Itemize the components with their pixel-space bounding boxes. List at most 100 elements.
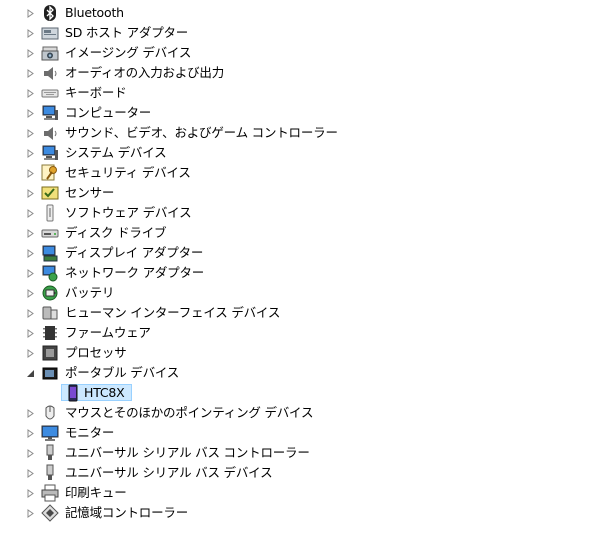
tree-category-item[interactable]: 印刷キュー — [0, 483, 600, 503]
imaging-device-icon — [41, 46, 59, 61]
tree-category-item[interactable]: ソフトウェア デバイス — [0, 203, 600, 223]
collapsed-arrow-icon[interactable] — [26, 69, 35, 78]
collapsed-arrow-icon[interactable] — [26, 229, 35, 238]
firmware-icon — [43, 326, 57, 340]
collapsed-arrow-icon[interactable] — [26, 109, 35, 118]
portable-device-icon — [42, 367, 58, 380]
collapsed-arrow-icon[interactable] — [26, 309, 35, 318]
tree-item-label: イメージング デバイス — [65, 45, 192, 60]
system-device-icon — [42, 145, 58, 160]
collapsed-arrow-icon[interactable] — [26, 89, 35, 98]
tree-category-item[interactable]: Bluetooth — [0, 3, 600, 23]
computer-icon — [42, 105, 58, 120]
mouse-icon — [45, 405, 55, 420]
tree-item-label: ソフトウェア デバイス — [65, 205, 192, 220]
tree-category-item[interactable]: マウスとそのほかのポインティング デバイス — [0, 403, 600, 423]
hid-icon — [42, 306, 58, 320]
tree-category-item[interactable]: オーディオの入力および出力 — [0, 63, 600, 83]
tree-item-label: SD ホスト アダプター — [65, 25, 189, 40]
tree-child-item[interactable]: HTC8X — [0, 383, 600, 403]
tree-category-item[interactable]: ネットワーク アダプター — [0, 263, 600, 283]
tree-item-label: ポータブル デバイス — [65, 365, 180, 380]
tree-category-item[interactable]: センサー — [0, 183, 600, 203]
sd-host-adapter-icon — [41, 27, 59, 40]
network-adapter-icon — [42, 265, 58, 282]
tree-item-label: セキュリティ デバイス — [65, 165, 191, 180]
collapsed-arrow-icon[interactable] — [26, 209, 35, 218]
battery-icon — [42, 285, 58, 301]
print-queue-icon — [41, 484, 59, 502]
tree-category-item[interactable]: ディスク ドライブ — [0, 223, 600, 243]
tree-item-label: ディスプレイ アダプター — [65, 245, 204, 260]
tree-item-label: バッテリ — [65, 285, 115, 300]
tree-item-label: ヒューマン インターフェイス デバイス — [65, 305, 281, 320]
tree-item-label: コンピューター — [65, 105, 152, 120]
usb-device-icon — [46, 464, 54, 480]
collapsed-arrow-icon[interactable] — [26, 509, 35, 518]
monitor-icon — [41, 425, 59, 441]
collapsed-arrow-icon[interactable] — [26, 469, 35, 478]
tree-category-item[interactable]: ディスプレイ アダプター — [0, 243, 600, 263]
collapsed-arrow-icon[interactable] — [26, 249, 35, 258]
tree-category-item[interactable]: モニター — [0, 423, 600, 443]
tree-category-item[interactable]: SD ホスト アダプター — [0, 23, 600, 43]
tree-item-label: システム デバイス — [65, 145, 167, 160]
tree-item-label: モニター — [65, 425, 115, 440]
tree-item-label: 記憶域コントローラー — [65, 505, 189, 520]
sound-video-game-icon — [44, 127, 57, 140]
software-device-icon — [46, 204, 54, 222]
tree-category-item[interactable]: ファームウェア — [0, 323, 600, 343]
tree-category-item[interactable]: バッテリ — [0, 283, 600, 303]
collapsed-arrow-icon[interactable] — [26, 29, 35, 38]
collapsed-arrow-icon[interactable] — [26, 149, 35, 158]
collapsed-arrow-icon[interactable] — [26, 349, 35, 358]
usb-controller-icon — [46, 444, 54, 460]
bluetooth-icon — [44, 5, 56, 21]
collapsed-arrow-icon[interactable] — [26, 269, 35, 278]
tree-category-item[interactable]: システム デバイス — [0, 143, 600, 163]
tree-category-item[interactable]: ポータブル デバイス — [0, 363, 600, 383]
tree-category-item[interactable]: キーボード — [0, 83, 600, 103]
collapsed-arrow-icon[interactable] — [26, 169, 35, 178]
device-tree: Bluetooth SD ホスト アダプター イメージング デバイスオーディオの入力… — [0, 0, 600, 535]
audio-io-icon — [44, 67, 57, 80]
keyboard-icon — [41, 89, 59, 98]
tree-category-item[interactable]: プロセッサ — [0, 343, 600, 363]
tree-item-label: サウンド、ビデオ、およびゲーム コントローラー — [65, 125, 338, 140]
tree-category-item[interactable]: ヒューマン インターフェイス デバイス — [0, 303, 600, 323]
collapsed-arrow-icon[interactable] — [26, 449, 35, 458]
tree-category-item[interactable]: コンピューター — [0, 103, 600, 123]
tree-item-label: ユニバーサル シリアル バス コントローラー — [65, 445, 310, 460]
collapsed-arrow-icon[interactable] — [26, 489, 35, 498]
tree-category-item[interactable]: サウンド、ビデオ、およびゲーム コントローラー — [0, 123, 600, 143]
sensor-icon — [41, 186, 59, 200]
disk-drive-icon — [41, 229, 59, 238]
tree-item-label: Bluetooth — [65, 5, 124, 20]
tree-item-label: ユニバーサル シリアル バス デバイス — [65, 465, 273, 480]
tree-item-label: ファームウェア — [65, 325, 151, 340]
tree-item-label: キーボード — [65, 85, 127, 100]
tree-item-label: センサー — [65, 185, 115, 200]
tree-item-label: マウスとそのほかのポインティング デバイス — [65, 405, 314, 420]
tree-category-item[interactable]: イメージング デバイス — [0, 43, 600, 63]
tree-category-item[interactable]: ユニバーサル シリアル バス デバイス — [0, 463, 600, 483]
tree-category-item[interactable]: セキュリティ デバイス — [0, 163, 600, 183]
processor-icon — [42, 345, 58, 361]
tree-item-label: ディスク ドライブ — [65, 225, 167, 240]
collapsed-arrow-icon[interactable] — [26, 329, 35, 338]
tree-item-label: ネットワーク アダプター — [65, 265, 205, 280]
collapsed-arrow-icon[interactable] — [26, 9, 35, 18]
collapsed-arrow-icon[interactable] — [26, 189, 35, 198]
collapsed-arrow-icon[interactable] — [26, 129, 35, 138]
storage-controller-icon — [41, 504, 59, 522]
tree-category-item[interactable]: 記憶域コントローラー — [0, 503, 600, 523]
expanded-arrow-icon[interactable] — [26, 369, 35, 378]
collapsed-arrow-icon[interactable] — [26, 49, 35, 58]
phone-icon — [68, 384, 78, 402]
tree-item-label: 印刷キュー — [65, 485, 127, 500]
collapsed-arrow-icon[interactable] — [26, 409, 35, 418]
tree-item-label: オーディオの入力および出力 — [65, 65, 225, 80]
tree-category-item[interactable]: ユニバーサル シリアル バス コントローラー — [0, 443, 600, 463]
collapsed-arrow-icon[interactable] — [26, 289, 35, 298]
collapsed-arrow-icon[interactable] — [26, 429, 35, 438]
